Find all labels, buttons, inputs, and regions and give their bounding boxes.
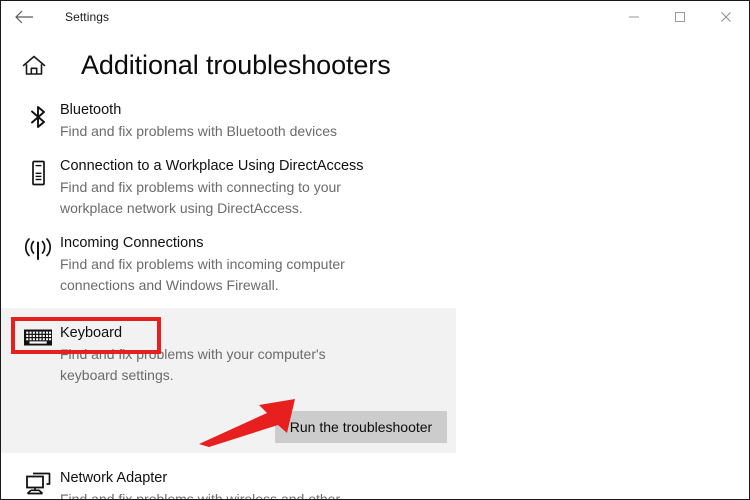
close-button[interactable] [703,1,749,33]
troubleshooter-text: Connection to a Workplace Using DirectAc… [60,155,380,219]
incoming-connections-icon-wrap [16,232,60,296]
troubleshooter-description: Find and fix problems with wireless and … [60,491,341,500]
mobile-device-icon [32,160,45,186]
keyboard-action-row: Run the troubleshooter [1,411,456,443]
back-arrow-icon [15,10,33,24]
troubleshooter-item-bluetooth[interactable]: Bluetooth Find and fix problems with Blu… [1,99,749,142]
maximize-button[interactable] [657,1,703,33]
bluetooth-icon-wrap [16,99,60,142]
troubleshooter-name: Bluetooth [60,102,122,118]
maximize-icon [675,12,685,22]
page-header: Additional troubleshooters [1,50,749,81]
troubleshooter-description: Find and fix problems with Bluetooth dev… [60,123,338,139]
minimize-icon [629,16,639,18]
troubleshooter-name: Incoming Connections [60,235,204,251]
troubleshooter-item-directaccess[interactable]: Connection to a Workplace Using DirectAc… [1,155,749,219]
troubleshooter-text: Bluetooth Find and fix problems with Blu… [60,99,337,142]
close-icon [721,12,731,22]
home-icon [22,55,46,75]
settings-window: Settings Additional troubleshooters Blue… [0,0,750,500]
incoming-connections-icon [25,238,51,260]
window-controls [611,1,749,33]
troubleshooter-item-network-adapter[interactable]: Network Adapter Find and fix problems wi… [1,467,749,500]
back-button[interactable] [5,2,45,32]
keyboard-icon [24,329,52,346]
troubleshooter-name: Network Adapter [60,470,168,486]
keyboard-row: Keyboard Find and fix problems with your… [1,322,456,386]
home-button[interactable] [19,51,49,81]
minimize-button[interactable] [611,1,657,33]
troubleshooter-item-incoming-connections[interactable]: Incoming Connections Find and fix proble… [1,232,749,296]
troubleshooter-description: Find and fix problems with incoming comp… [60,256,345,293]
page-title: Additional troubleshooters [81,50,391,80]
troubleshooter-description: Find and fix problems with your computer… [60,346,326,383]
troubleshooter-text: Keyboard Find and fix problems with your… [60,322,380,386]
keyboard-icon-wrap [16,322,60,386]
troubleshooter-name: Connection to a Workplace Using DirectAc… [60,158,364,174]
bluetooth-icon [31,106,45,128]
troubleshooter-name: Keyboard [60,325,123,341]
title-bar: Settings [1,1,749,33]
troubleshooter-text: Network Adapter Find and fix problems wi… [60,467,380,500]
network-adapter-icon-wrap [16,467,60,499]
troubleshooter-text: Incoming Connections Find and fix proble… [60,232,360,296]
titlebar-title: Settings [65,10,110,24]
troubleshooter-item-keyboard[interactable]: Keyboard Find and fix problems with your… [1,308,456,453]
troubleshooter-list: Bluetooth Find and fix problems with Blu… [1,99,749,500]
troubleshooter-description: Find and fix problems with connecting to… [60,179,341,216]
run-troubleshooter-button[interactable]: Run the troubleshooter [275,411,447,443]
mobile-device-icon-wrap [16,155,60,219]
network-adapter-icon [26,472,51,495]
